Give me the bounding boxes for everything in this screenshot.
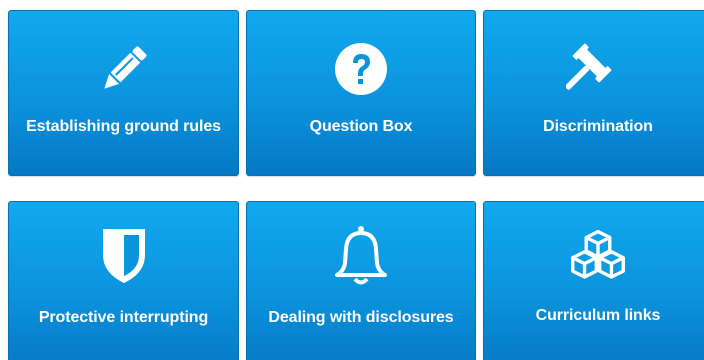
topic-grid: Establishing ground rules Question Box D… [0, 0, 704, 360]
shield-icon [92, 224, 156, 288]
tile-label: Establishing ground rules [26, 118, 221, 135]
bell-icon [329, 224, 393, 288]
tile-discrimination[interactable]: Discrimination [483, 10, 704, 176]
question-circle-icon [329, 37, 393, 101]
tile-label: Protective interrupting [38, 309, 209, 326]
cubes-icon [566, 224, 630, 288]
tile-label: Dealing with disclosures [268, 309, 454, 326]
tile-label: Curriculum links [535, 307, 661, 324]
tile-dealing-with-disclosures[interactable]: Dealing with disclosures [246, 201, 476, 360]
gavel-icon [566, 37, 630, 101]
tile-question-box[interactable]: Question Box [246, 10, 476, 176]
tile-establishing-ground-rules[interactable]: Establishing ground rules [8, 10, 239, 176]
pencil-icon [92, 37, 156, 101]
tile-label: Question Box [309, 118, 413, 135]
tile-protective-interrupting[interactable]: Protective interrupting [8, 201, 239, 360]
tile-curriculum-links[interactable]: Curriculum links [483, 201, 704, 360]
tile-label: Discrimination [543, 118, 653, 135]
